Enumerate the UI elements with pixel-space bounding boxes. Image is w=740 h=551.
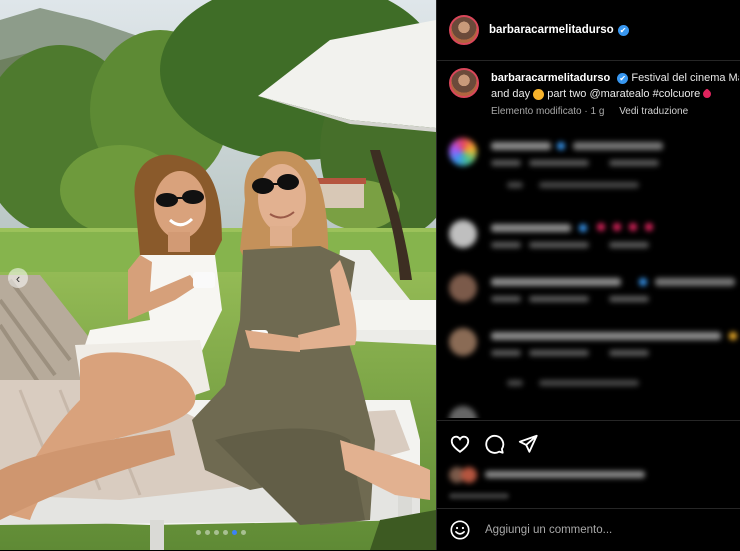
author-username[interactable]: barbaracarmelitadurso (489, 24, 614, 36)
carousel-dot (205, 530, 210, 535)
edited-label: Elemento modificato (491, 106, 582, 117)
avatar[interactable] (449, 138, 477, 166)
emoji-icon[interactable] (449, 519, 471, 541)
caption-text-2b[interactable]: part two @maratealo #colcuore (547, 88, 700, 100)
avatar[interactable] (449, 406, 477, 418)
carousel-dot (241, 530, 246, 535)
see-translation-link[interactable]: Vedi traduzione (619, 106, 688, 117)
caption-avatar[interactable] (449, 68, 479, 98)
photo-illustration (0, 0, 436, 550)
carousel-dot (214, 530, 219, 535)
heart-emoji-icon (701, 88, 714, 100)
heart-icon[interactable] (449, 433, 471, 455)
caption-username[interactable]: barbaracarmelitadurso (491, 72, 610, 84)
smile-emoji-icon (533, 88, 545, 100)
caption-line-1: barbaracarmelitadurso ✔ Festival del cin… (491, 70, 739, 86)
post-side-panel: barbaracarmelitadurso ✔ barbaracarmelita… (436, 0, 740, 550)
carousel-indicator (196, 530, 246, 535)
caption-text-1: Festival del cinema Ma (631, 72, 739, 84)
comments-list[interactable] (437, 128, 740, 418)
verified-badge-icon: ✔ (617, 24, 629, 36)
carousel-prev-button[interactable]: ‹ (8, 268, 28, 288)
comment-input[interactable] (483, 523, 707, 537)
caption-line-2: and day part two @maratealo #colcuore (491, 86, 714, 102)
avatar[interactable] (449, 274, 477, 302)
caption-text-2a: and day (491, 88, 531, 100)
caption-meta: Elemento modificato · 1 g Vedi traduzion… (491, 106, 689, 117)
verified-badge-icon: ✔ (617, 72, 629, 84)
post-date (449, 493, 509, 499)
chevron-left-icon: ‹ (15, 270, 21, 286)
likes-summary[interactable] (449, 465, 649, 489)
send-icon[interactable] (517, 433, 539, 455)
post-photo[interactable]: ‹ (0, 0, 436, 550)
time-ago: 1 g (590, 106, 605, 117)
instagram-post-view: ‹ barbaracarmelitadurso ✔ barbaracarmeli… (0, 0, 740, 550)
carousel-dot (232, 530, 237, 535)
carousel-dot (196, 530, 201, 535)
carousel-dot (223, 530, 228, 535)
post-header: barbaracarmelitadurso ✔ (437, 0, 740, 61)
avatar[interactable] (449, 220, 477, 248)
avatar[interactable] (449, 328, 477, 356)
comment-icon[interactable] (483, 433, 505, 455)
add-comment-bar (437, 508, 740, 551)
author-avatar[interactable] (449, 15, 479, 45)
